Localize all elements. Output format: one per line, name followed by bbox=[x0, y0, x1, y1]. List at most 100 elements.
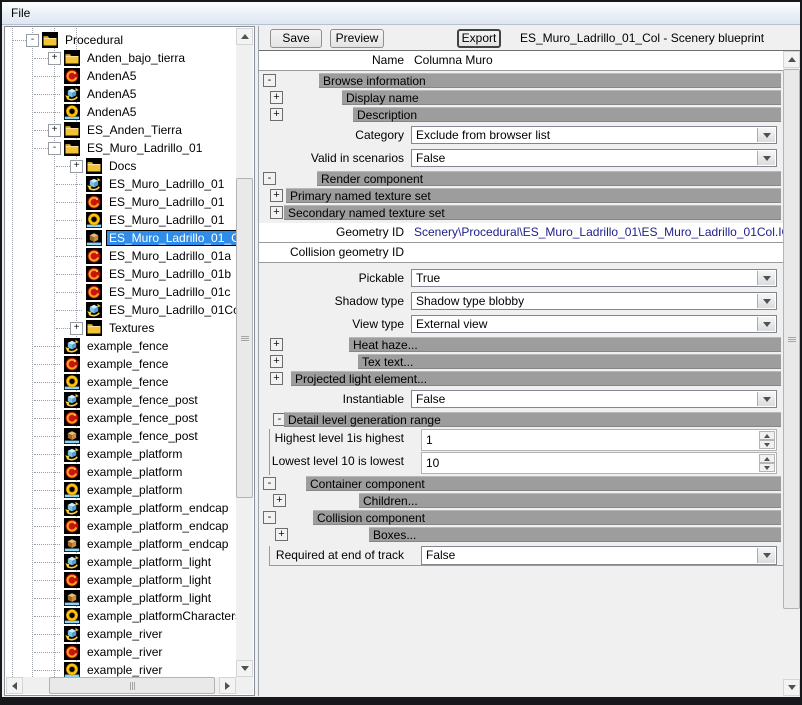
tree-item[interactable]: example_fence bbox=[6, 355, 236, 373]
expand-section-button[interactable]: + bbox=[270, 108, 283, 121]
dropdown-arrow-button[interactable] bbox=[757, 548, 775, 563]
tree-item[interactable]: example_platform_light bbox=[6, 553, 236, 571]
tree-item[interactable]: ES_Muro_Ladrillo_01b bbox=[6, 265, 236, 283]
shadow-type-dropdown[interactable]: Shadow type blobby bbox=[411, 292, 777, 310]
scroll-right-button[interactable] bbox=[219, 677, 236, 694]
expand-section-button[interactable]: + bbox=[270, 206, 283, 219]
tree-item[interactable]: example_platform bbox=[6, 463, 236, 481]
yellow-ring-icon bbox=[86, 212, 102, 228]
collapse-section-button[interactable]: - bbox=[263, 172, 276, 185]
expand-section-button[interactable]: + bbox=[270, 355, 283, 368]
tree-item[interactable]: example_fence_post bbox=[6, 391, 236, 409]
tree-item[interactable]: AndenA5 bbox=[6, 67, 236, 85]
lowest-level-10-is-lowest-spinner[interactable]: 10 bbox=[421, 452, 777, 474]
tree-item[interactable]: example_river bbox=[6, 661, 236, 677]
expand-section-button[interactable]: + bbox=[270, 338, 283, 351]
tree-expand-toggle[interactable]: + bbox=[48, 52, 61, 65]
tree-item[interactable]: -ES_Muro_Ladrillo_01 bbox=[6, 139, 236, 157]
tree-item[interactable]: example_platform bbox=[6, 445, 236, 463]
tree-item[interactable]: example_platform_light bbox=[6, 571, 236, 589]
tree-horizontal-scrollbar[interactable] bbox=[6, 677, 236, 694]
tree-item[interactable]: example_fence bbox=[6, 373, 236, 391]
scroll-up-button[interactable] bbox=[783, 51, 800, 68]
spin-up-button[interactable] bbox=[759, 431, 775, 440]
dropdown-arrow-button[interactable] bbox=[757, 128, 775, 142]
spin-down-button[interactable] bbox=[759, 440, 775, 449]
geometry-id-field[interactable]: Scenery\Procedural\ES_Muro_Ladrillo_01\E… bbox=[414, 223, 779, 242]
dropdown-arrow-button[interactable] bbox=[757, 151, 775, 165]
preview-button[interactable]: Preview bbox=[330, 29, 384, 48]
tree-item[interactable]: AndenA5 bbox=[6, 85, 236, 103]
tree-item[interactable]: ES_Muro_Ladrillo_01_Col bbox=[6, 229, 236, 247]
expand-section-button[interactable]: + bbox=[270, 91, 283, 104]
tree-item[interactable]: example_river bbox=[6, 625, 236, 643]
tree-item[interactable]: +ES_Anden_Tierra bbox=[6, 121, 236, 139]
tree-item[interactable]: + Textures bbox=[6, 319, 236, 337]
tree-item[interactable]: example_platform bbox=[6, 481, 236, 499]
expand-section-button[interactable]: + bbox=[275, 528, 288, 541]
pickable-dropdown[interactable]: True bbox=[411, 269, 777, 287]
tree-expand-toggle[interactable]: - bbox=[26, 34, 39, 47]
tree-item[interactable]: example_platform_light bbox=[6, 589, 236, 607]
dropdown-arrow-button[interactable] bbox=[757, 294, 775, 308]
tree-item[interactable]: ES_Muro_Ladrillo_01 bbox=[6, 175, 236, 193]
export-button[interactable]: Export bbox=[457, 29, 501, 48]
name-field[interactable]: Columna Muro bbox=[414, 51, 779, 70]
menu-file[interactable]: File bbox=[2, 2, 39, 23]
collapse-section-button[interactable]: - bbox=[263, 74, 276, 87]
tree-item[interactable]: ES_Muro_Ladrillo_01 bbox=[6, 193, 236, 211]
scroll-down-button[interactable] bbox=[236, 660, 253, 677]
tree-item[interactable]: -Procedural bbox=[6, 31, 236, 49]
properties-vertical-scrollbar[interactable] bbox=[783, 50, 800, 696]
tree-expand-toggle[interactable]: + bbox=[70, 322, 83, 335]
scroll-up-button[interactable] bbox=[236, 28, 253, 45]
scroll-thumb[interactable] bbox=[49, 677, 215, 694]
expand-section-button[interactable]: + bbox=[273, 494, 286, 507]
tree-item[interactable]: example_platform_endcap bbox=[6, 517, 236, 535]
highest-level-1is-highest-spinner[interactable]: 1 bbox=[421, 429, 777, 451]
tree-expand-toggle[interactable]: + bbox=[70, 160, 83, 173]
tree-item[interactable]: ES_Muro_Ladrillo_01Col bbox=[6, 301, 236, 319]
tree-item[interactable]: example_fence bbox=[6, 337, 236, 355]
scroll-left-button[interactable] bbox=[6, 677, 23, 694]
spin-down-button[interactable] bbox=[759, 463, 775, 472]
tree-item[interactable]: ES_Muro_Ladrillo_01 bbox=[6, 211, 236, 229]
dropdown-arrow-button[interactable] bbox=[757, 271, 775, 285]
tree-vertical-scrollbar[interactable] bbox=[236, 28, 253, 677]
required-at-end-of-track-dropdown[interactable]: False bbox=[421, 546, 777, 565]
tree-item-label: example_fence_post bbox=[84, 428, 201, 444]
tree-item[interactable]: example_river bbox=[6, 643, 236, 661]
section-header-row: -Container component bbox=[259, 476, 783, 492]
tree-item[interactable]: +Anden_bajo_tierra bbox=[6, 49, 236, 67]
spin-up-button[interactable] bbox=[759, 454, 775, 463]
dropdown-arrow-button[interactable] bbox=[757, 317, 775, 331]
category-dropdown[interactable]: Exclude from browser list bbox=[411, 126, 777, 144]
instantiable-dropdown[interactable]: False bbox=[411, 390, 777, 408]
tree-item[interactable]: ES_Muro_Ladrillo_01c bbox=[6, 283, 236, 301]
dropdown-arrow-button[interactable] bbox=[757, 392, 775, 406]
section-header-bar: Secondary named texture set bbox=[284, 205, 781, 220]
save-button[interactable]: Save bbox=[270, 29, 322, 48]
tree-item[interactable]: example_fence_post bbox=[6, 427, 236, 445]
valid-in-scenarios-dropdown[interactable]: False bbox=[411, 149, 777, 167]
scroll-thumb[interactable] bbox=[236, 178, 253, 498]
tree-item[interactable]: +Docs bbox=[6, 157, 236, 175]
expand-section-button[interactable]: + bbox=[270, 189, 283, 202]
tree-expand-toggle[interactable]: - bbox=[48, 142, 61, 155]
tree-item[interactable]: ES_Muro_Ladrillo_01a bbox=[6, 247, 236, 265]
tree-item[interactable]: example_fence_post bbox=[6, 409, 236, 427]
tree-item[interactable]: example_platform_endcap bbox=[6, 535, 236, 553]
tree-item[interactable]: example_platform_endcap bbox=[6, 499, 236, 517]
collision-geometry-id-field[interactable] bbox=[414, 243, 779, 262]
tree-item[interactable]: example_platformCharacters bbox=[6, 607, 236, 625]
collapse-section-button[interactable]: - bbox=[263, 511, 276, 524]
tree-item[interactable]: AndenA5 bbox=[6, 103, 236, 121]
tree-expand-toggle[interactable]: + bbox=[48, 124, 61, 137]
scroll-thumb[interactable] bbox=[783, 69, 800, 609]
collapse-section-button[interactable]: - bbox=[263, 477, 276, 490]
expand-section-button[interactable]: + bbox=[270, 372, 283, 385]
view-type-dropdown[interactable]: External view bbox=[411, 315, 777, 333]
scroll-down-button[interactable] bbox=[783, 679, 800, 696]
tree-item-label: Textures bbox=[106, 320, 157, 336]
dropdown-value: Exclude from browser list bbox=[416, 127, 550, 143]
